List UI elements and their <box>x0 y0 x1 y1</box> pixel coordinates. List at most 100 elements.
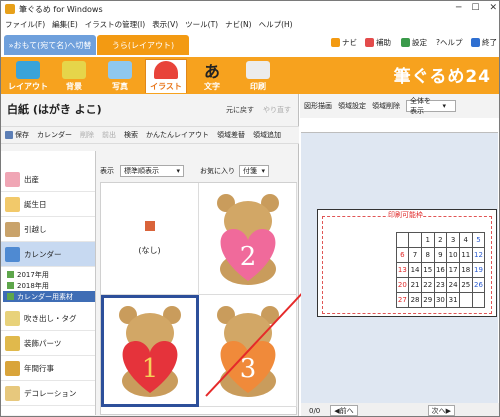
ribbon: レイアウト 背景 写真 イラスト あ文字 印刷 筆ぐるめ24 <box>1 57 499 94</box>
text-icon: あ <box>203 62 220 81</box>
mode-ura-tab[interactable]: うら(レイアウト) <box>97 35 189 55</box>
calendar-icon <box>5 246 20 262</box>
category-calendar[interactable]: カレンダー <box>1 242 95 267</box>
photo-icon <box>108 61 132 79</box>
menu-navi[interactable]: ナビ(N) <box>225 19 251 30</box>
chevron-down-icon: ▾ <box>442 102 446 110</box>
calendar-day: 14 <box>408 261 422 278</box>
minimize-icon[interactable]: ─ <box>456 3 461 13</box>
undo-button[interactable]: 元に戻す <box>226 105 254 115</box>
gallery-item-none[interactable]: (なし) <box>101 183 199 295</box>
subcategory-calendar-material[interactable]: カレンダー用素材 <box>3 291 95 302</box>
help-button[interactable]: ?ヘルプ <box>436 37 462 48</box>
calendar-day: 17 <box>446 261 460 278</box>
layout-icon <box>16 61 40 79</box>
calendar-day: 3 <box>446 231 460 248</box>
chevron-down-icon: ▾ <box>261 166 265 175</box>
tag-icon <box>5 310 20 326</box>
hojo-button[interactable]: 補助 <box>365 37 391 48</box>
cake-icon <box>5 196 20 212</box>
draw-shape-button[interactable]: 図形描画 <box>304 101 332 111</box>
calendar-row: 6 7 8 9 10 11 12 <box>395 246 492 263</box>
menu-view[interactable]: 表示(V) <box>152 19 178 30</box>
baby-icon <box>5 171 20 187</box>
category-moving[interactable]: 引越し <box>1 217 95 242</box>
calendar-day: 5 <box>471 231 486 248</box>
menu-bar: ファイル(F) 編集(E) イラストの管理(I) 表示(V) ツール(T) ナビ… <box>1 17 499 32</box>
prev-page-button[interactable]: ◀ 前へ <box>330 405 358 416</box>
sort-select[interactable]: 標準順表示 ▾ <box>120 164 184 177</box>
calendar-day: 30 <box>433 291 448 308</box>
category-balloon-tag[interactable]: 吹き出し・タグ <box>1 306 95 331</box>
category-list: 出産 誕生日 引越し カレンダー 2017年用 2018年用 カレンダー用素材 … <box>1 151 96 415</box>
menu-illust[interactable]: イラストの管理(I) <box>85 19 145 30</box>
calendar-day: 15 <box>420 261 435 278</box>
search-button[interactable]: 検索 <box>124 130 138 140</box>
favorites-label: お気に入り <box>200 166 235 175</box>
calendar-day: 25 <box>458 276 473 293</box>
menu-tool[interactable]: ツール(T) <box>185 19 218 30</box>
ribbon-layout[interactable]: レイアウト <box>7 59 49 93</box>
tag-select[interactable]: 付箋 ▾ <box>239 164 269 177</box>
area-add-button[interactable]: 領域追加 <box>253 130 281 140</box>
calendar-grid[interactable]: 1 2 3 4 5 6 7 8 9 10 11 12 13 14 15 16 17 18 19 20 21 22 23 24 2… <box>395 231 492 308</box>
area-replace-button[interactable]: 領域差替 <box>217 130 245 140</box>
calendar-day: 23 <box>433 276 448 293</box>
folder-icon <box>7 293 14 300</box>
edit-toolbar: 保存 カレンダー 削除 前出 検索 かんたんレイアウト 領域差替 領域追加 <box>1 126 299 144</box>
calendar-day: 8 <box>420 246 435 263</box>
menu-file[interactable]: ファイル(F) <box>5 19 45 30</box>
maximize-icon[interactable]: ☐ <box>471 3 479 13</box>
calendar-day: 9 <box>433 246 448 263</box>
folder-icon <box>7 282 14 289</box>
postcard-page[interactable]: 印刷可能枠 1 2 3 4 5 6 7 8 9 10 11 12 13 14 15 16 17 18 19 20 21 2… <box>317 209 497 317</box>
background-icon <box>62 61 86 79</box>
easy-layout-button[interactable]: かんたんレイアウト <box>146 130 209 140</box>
none-icon <box>144 221 155 231</box>
calendar-day: 11 <box>458 246 473 263</box>
ribbon-background[interactable]: 背景 <box>53 59 95 93</box>
calendar-day: 16 <box>433 261 448 278</box>
ribbon-print[interactable]: 印刷 <box>237 59 279 93</box>
mode-omote-tab[interactable]: »おもて(宛て名)へ切替 <box>4 35 96 55</box>
menu-help[interactable]: ヘルプ(H) <box>259 19 293 30</box>
category-birth[interactable]: 出産 <box>1 167 95 192</box>
category-annual-events[interactable]: 年間行事 <box>1 356 95 381</box>
prev-button[interactable]: 前出 <box>102 130 116 140</box>
category-deco-parts[interactable]: 装飾パーツ <box>1 331 95 356</box>
zoom-select[interactable]: 全体を表示 ▾ <box>406 97 456 115</box>
close-icon[interactable]: ✕ <box>489 3 497 13</box>
calendar-day: 13 <box>395 261 410 278</box>
menu-edit[interactable]: 編集(E) <box>52 19 78 30</box>
subcategory-2017[interactable]: 2017年用 <box>3 269 95 280</box>
navi-button[interactable]: ナビ <box>331 37 357 48</box>
redo-button[interactable]: やり直す <box>263 105 291 115</box>
page-counter: 0/0 <box>309 406 321 415</box>
watermelon-icon <box>154 61 178 79</box>
calendar-button[interactable]: カレンダー <box>37 130 72 140</box>
gallery-item-bear-1[interactable]: 1 <box>101 295 199 407</box>
exit-button[interactable]: 終了 <box>471 37 497 48</box>
next-page-button[interactable]: 次へ ▶ <box>427 405 456 416</box>
ribbon-photo[interactable]: 写真 <box>99 59 141 93</box>
event-icon <box>5 360 20 376</box>
settings-button[interactable]: 設定 <box>401 37 427 48</box>
area-setting-button[interactable]: 領域設定 <box>338 101 366 111</box>
app-window: 筆ぐるめ for Windows ─ ☐ ✕ ファイル(F) 編集(E) イラス… <box>0 0 500 417</box>
calendar-day <box>408 231 422 248</box>
chevron-down-icon: ▾ <box>176 166 180 175</box>
save-button[interactable]: 保存 <box>5 130 29 140</box>
ribbon-illust[interactable]: イラスト <box>145 59 187 93</box>
delete-button[interactable]: 削除 <box>80 130 94 140</box>
subcategory-2018[interactable]: 2018年用 <box>3 280 95 291</box>
calendar-day: 20 <box>395 276 410 293</box>
ribbon-text[interactable]: あ文字 <box>191 59 233 93</box>
printer-icon <box>246 61 270 79</box>
category-decoration[interactable]: デコレーション <box>1 381 95 406</box>
calendar-day: 12 <box>471 246 486 263</box>
hojo-icon <box>365 38 374 47</box>
title-bar: 筆ぐるめ for Windows ─ ☐ ✕ <box>1 1 499 17</box>
category-birthday[interactable]: 誕生日 <box>1 192 95 217</box>
calendar-day: 2 <box>433 231 448 248</box>
area-delete-button[interactable]: 領域削除 <box>372 101 400 111</box>
